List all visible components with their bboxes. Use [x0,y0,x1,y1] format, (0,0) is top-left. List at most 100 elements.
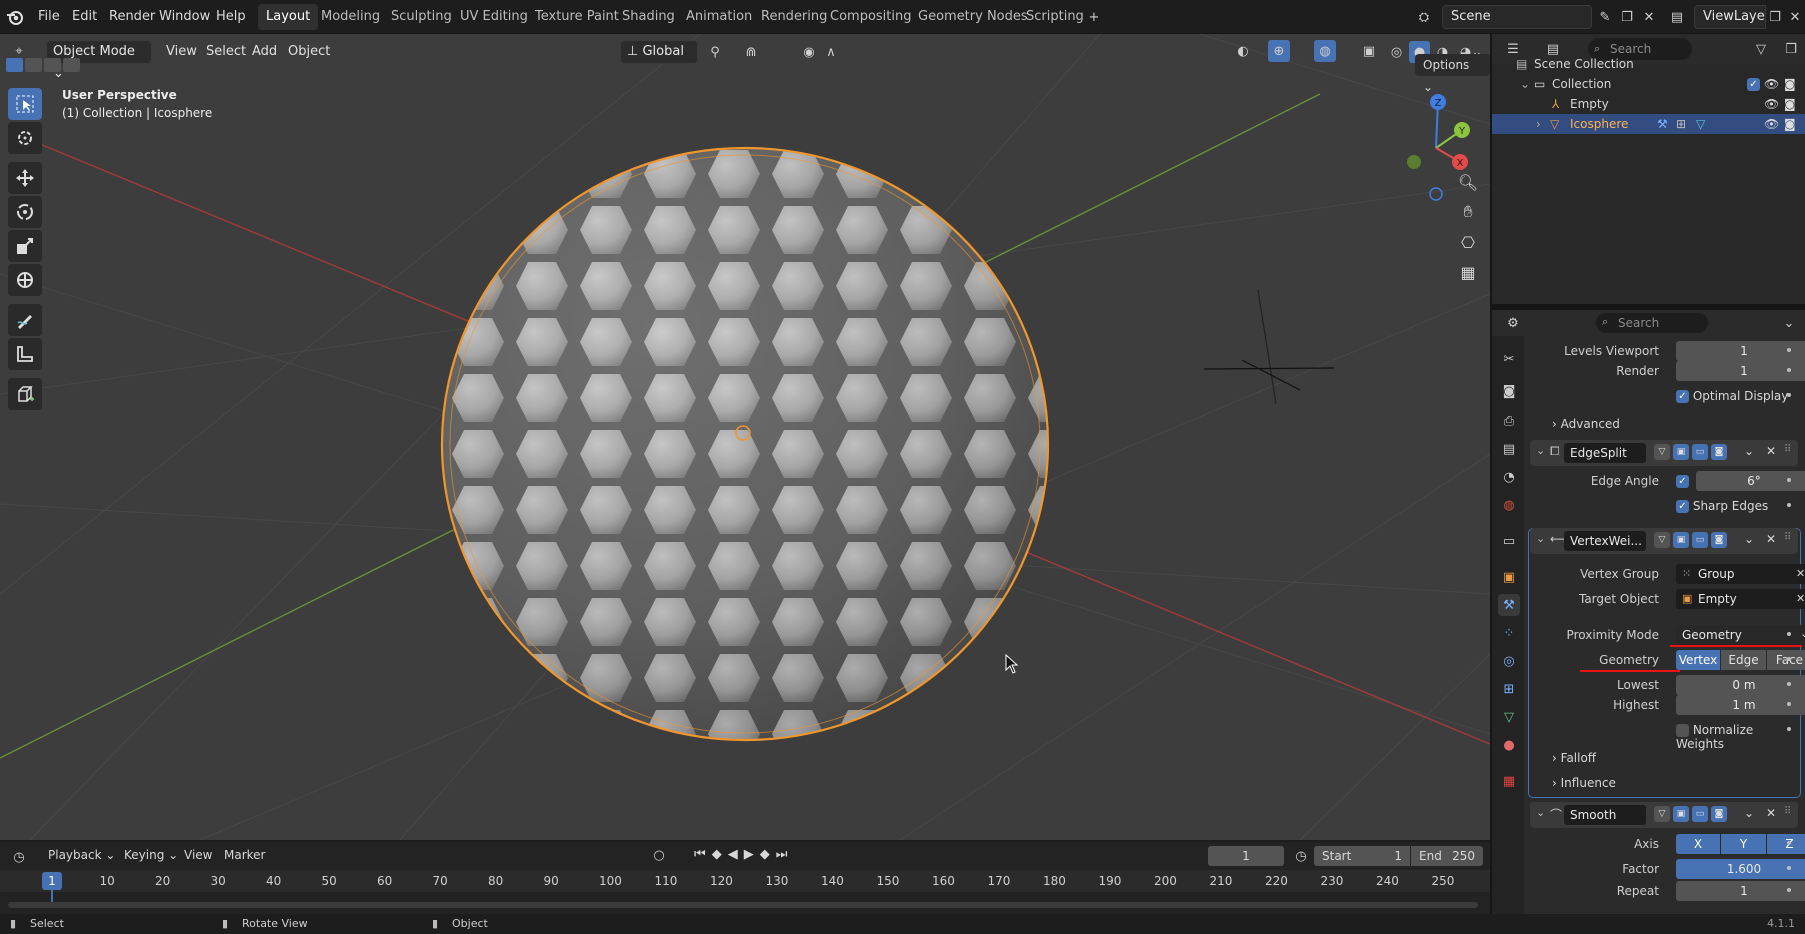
outliner-row-collection[interactable]: ⌄ ▭ Collection ✓ 👁︎ ◙ [1492,74,1805,94]
camera-icon[interactable]: ◙ [1784,114,1796,134]
exclude-checkbox[interactable]: ✓ [1747,78,1760,91]
optimal-display-checkbox[interactable]: ✓ Optimal Display [1676,389,1788,403]
tab-animation[interactable]: Animation [678,4,760,30]
render-levels-field[interactable]: 1 [1676,361,1805,381]
properties-search-input[interactable]: Search [1596,313,1708,333]
keyframe-dot-icon[interactable] [1787,478,1791,482]
render-toggle-icon[interactable]: ◙ [1711,532,1727,548]
editmode-toggle-icon[interactable]: ▽ [1654,444,1670,460]
axis-x-toggle[interactable]: X [1676,834,1720,854]
outliner-row-scene-collection[interactable]: ▤ Scene Collection [1492,54,1805,74]
duplicate-scene-icon[interactable]: ❐ [1616,6,1638,28]
select-extend-icon[interactable] [25,58,42,72]
snap-icon[interactable]: ⋒ [740,41,762,63]
clear-icon[interactable]: ✕ [1796,567,1805,580]
perspective-grid-icon[interactable]: ▦ [1453,258,1483,286]
drag-handle-icon[interactable]: ⠿ [1784,806,1791,817]
viewport-toggle-icon[interactable]: ▭ [1692,806,1708,822]
rotate-tool[interactable] [8,196,42,228]
smooth-modifier-header[interactable]: ⌄ ⌒ Smooth ▽ ▣ ▭ ◙ ⌄ ✕ ⠿ [1530,802,1798,828]
tool-tab-icon[interactable]: ✂ [1498,348,1520,370]
drag-handle-icon[interactable]: ⠿ [1784,532,1791,543]
tab-scripting[interactable]: Scripting [1018,4,1092,30]
3d-viewport[interactable]: ⌖ Object Mode ⌄ View Select Add Object ⊥… [0,34,1490,840]
axis-y-toggle[interactable]: Y [1721,834,1766,854]
measure-tool[interactable] [8,338,42,370]
tab-layout[interactable]: Layout [258,4,319,30]
keyframe-dot-icon[interactable] [1787,727,1791,731]
proportional-edit-icon[interactable]: ◉ [798,41,820,63]
modifier-tab-icon[interactable]: ⚒ [1498,594,1520,616]
keyframe-dot-icon[interactable] [1787,503,1791,507]
new-view-layer-icon[interactable]: ❐ [1764,6,1786,28]
tab-sculpting[interactable]: Sculpting [383,4,460,30]
select-box-tool[interactable] [8,88,42,120]
zoom-icon[interactable]: 🔍︎ [1453,168,1483,196]
sharp-edges-checkbox[interactable]: ✓ Sharp Edges [1676,499,1768,513]
cage-toggle-icon[interactable]: ▣ [1673,444,1689,460]
chevron-down-icon[interactable]: ⌄ [1744,532,1754,546]
playhead[interactable]: 1 [42,872,62,890]
falloff-icon[interactable]: ∧ [820,41,842,63]
repeat-field[interactable]: 1 [1676,881,1805,901]
proximity-mode-dropdown[interactable]: Geometry [1676,625,1805,645]
wireframe-shading-icon[interactable]: ◎ [1386,41,1407,63]
constraints-tab-icon[interactable]: ⊞ [1498,678,1520,700]
pivot-icon[interactable]: ⚲ [704,41,726,63]
levels-viewport-field[interactable]: 1 [1676,341,1805,361]
vertexweight-name-field[interactable]: VertexWei... [1564,531,1646,551]
normalize-weights-checkbox[interactable]: Normalize Weights [1676,723,1805,751]
viewport-toggle-icon[interactable]: ▭ [1692,532,1708,548]
menu-add[interactable]: Add [252,42,277,62]
menu-view[interactable]: View [166,42,197,62]
editor-type-icon[interactable]: ⚙ [1502,312,1524,334]
highest-field[interactable]: 1 m [1676,695,1805,715]
menu-window[interactable]: Window [153,0,216,34]
vertex-group-field[interactable]: Group [1676,564,1805,584]
menu-edit[interactable]: Edit [66,0,103,34]
axis-z-toggle[interactable]: Z [1767,834,1805,854]
camera-view-icon[interactable]: ⎔ [1453,228,1483,256]
geometry-edge-toggle[interactable]: Edge [1721,650,1766,670]
menu-object[interactable]: Object [288,42,330,62]
eye-icon[interactable]: 👁︎ [1764,74,1779,94]
camera-icon[interactable]: ◙ [1784,94,1796,114]
view-layer-tab-icon[interactable]: ▤ [1498,438,1520,460]
outliner-row-empty[interactable]: ⅄ Empty 👁︎ ◙ [1492,94,1805,114]
keyframe-dot-icon[interactable] [1787,393,1791,397]
object-tab-icon[interactable]: ▣ [1498,566,1520,588]
view-layer-icon[interactable]: ▤ [1666,6,1688,28]
geometry-face-toggle[interactable]: Face [1767,650,1805,670]
blender-logo-icon[interactable] [6,8,24,26]
geometry-vertex-toggle[interactable]: Vertex [1676,650,1720,670]
keyframe-dot-icon[interactable] [1787,657,1791,661]
chevron-down-icon[interactable]: ⌄ [1536,532,1545,545]
keyframe-dot-icon[interactable] [1787,888,1791,892]
keyframe-dot-icon[interactable] [1787,632,1791,636]
tab-geometry-nodes[interactable]: Geometry Nodes [910,4,1036,30]
chevron-down-icon[interactable]: ⌄ [1536,444,1545,457]
render-tab-icon[interactable]: ◙ [1498,380,1520,402]
lowest-field[interactable]: 0 m [1676,675,1805,695]
keyframe-dot-icon[interactable] [1787,841,1791,845]
transform-tool[interactable] [8,264,42,296]
menu-file[interactable]: File [32,0,66,34]
cage-toggle-icon[interactable]: ▣ [1673,806,1689,822]
target-object-field[interactable]: Empty [1676,589,1805,609]
keyframe-dot-icon[interactable] [1787,702,1791,706]
edgesplit-modifier-header[interactable]: ⌄ ⧠ EdgeSplit ▽ ▣ ▭ ◙ ⌄ ✕ ⠿ [1530,440,1798,466]
world-tab-icon[interactable]: ◍ [1498,494,1520,516]
keyframe-dot-icon[interactable] [1787,682,1791,686]
output-tab-icon[interactable]: ⎙ [1498,410,1520,432]
add-workspace-icon[interactable]: + [1083,6,1105,28]
particles-tab-icon[interactable]: ⁘ [1498,622,1520,644]
add-cube-tool[interactable] [8,378,42,410]
eye-icon[interactable]: 👁︎ [1764,94,1779,114]
smooth-name-field[interactable]: Smooth [1564,805,1646,825]
camera-icon[interactable]: ◙ [1784,74,1796,94]
move-tool[interactable] [8,162,42,194]
advanced-subpanel[interactable]: › Advanced [1552,414,1620,434]
editmode-toggle-icon[interactable]: ▽ [1654,532,1670,548]
influence-subpanel[interactable]: › Influence [1552,773,1616,793]
scene-selector-icon[interactable]: ⛭ [1413,6,1435,28]
